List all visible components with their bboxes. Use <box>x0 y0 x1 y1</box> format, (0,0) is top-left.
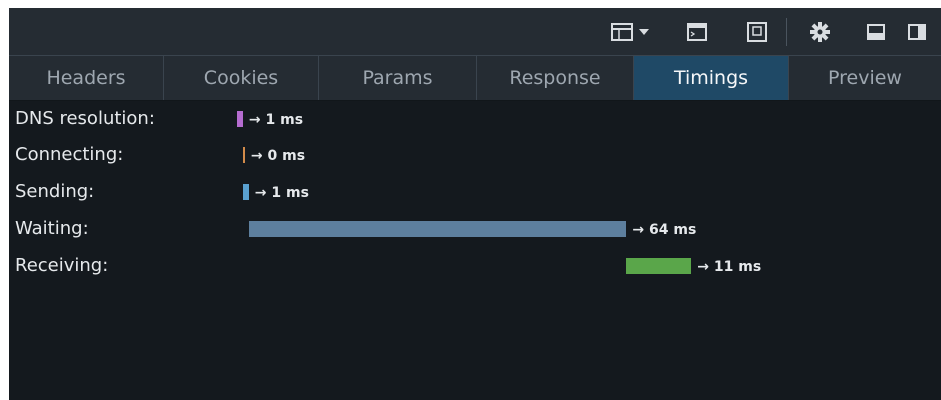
timing-label: Sending: <box>15 181 95 202</box>
tab-cookies[interactable]: Cookies <box>164 56 319 100</box>
timing-bar-receiving <box>626 258 692 274</box>
tab-headers[interactable]: Headers <box>9 56 164 100</box>
tab-preview[interactable]: Preview <box>789 56 941 100</box>
layout-split-icon[interactable] <box>609 20 635 44</box>
timing-value: → 1 ms <box>254 185 309 201</box>
timing-row-sending: Sending: → 1 ms <box>9 177 941 207</box>
details-tabbar: Headers Cookies Params Response Timings … <box>9 56 941 101</box>
gear-icon[interactable] <box>807 20 833 44</box>
timing-label: Receiving: <box>15 255 109 276</box>
timing-row-dns: DNS resolution: → 1 ms <box>9 104 941 134</box>
timing-label: Connecting: <box>15 144 124 165</box>
timing-value: → 0 ms <box>250 148 306 164</box>
tab-label: Params <box>362 67 433 89</box>
tab-label: Timings <box>673 67 749 89</box>
timing-bar-sending <box>242 184 249 200</box>
tab-params[interactable]: Params <box>319 56 477 100</box>
tab-response[interactable]: Response <box>477 56 634 100</box>
chevron-down-icon[interactable] <box>637 20 651 44</box>
timing-value: → 64 ms <box>632 222 697 238</box>
timing-label: Waiting: <box>15 218 89 239</box>
tab-label: Response <box>509 67 601 89</box>
tab-label: Preview <box>828 67 902 89</box>
devtools-toolbar <box>9 8 941 56</box>
dock-bottom-icon[interactable] <box>865 20 887 44</box>
timing-row-receiving: Receiving: → 11 ms <box>9 251 941 281</box>
timing-label: DNS resolution: <box>15 108 155 129</box>
timing-value: → 11 ms <box>697 259 762 275</box>
timing-bar-connecting <box>242 147 245 163</box>
dock-side-icon[interactable] <box>906 20 928 44</box>
responsive-icon[interactable] <box>744 20 770 44</box>
network-details-panel: Headers Cookies Params Response Timings … <box>9 8 941 400</box>
timing-value: → 1 ms <box>248 112 304 128</box>
tab-label: Cookies <box>203 67 279 89</box>
console-icon[interactable] <box>683 20 711 44</box>
timing-row-waiting: Waiting: → 64 ms <box>9 214 941 244</box>
timing-bar-waiting <box>248 221 627 237</box>
tab-label: Headers <box>46 67 126 89</box>
toolbar-divider <box>786 18 787 46</box>
tab-timings[interactable]: Timings <box>634 56 789 100</box>
timing-bar-dns <box>237 111 243 127</box>
timing-row-connecting: Connecting: → 0 ms <box>9 140 941 170</box>
